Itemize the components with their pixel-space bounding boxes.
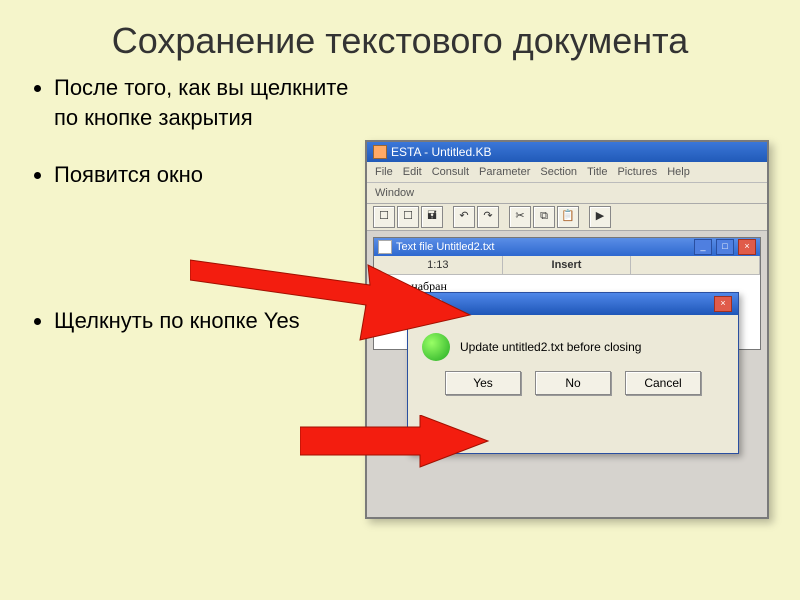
run-icon[interactable]: ▶ bbox=[589, 206, 611, 228]
menu-file[interactable]: File bbox=[375, 166, 393, 178]
open-icon[interactable]: ☐ bbox=[397, 206, 419, 228]
cut-icon[interactable]: ✂ bbox=[509, 206, 531, 228]
menu-pictures[interactable]: Pictures bbox=[617, 166, 657, 178]
save-icon[interactable]: 🖬 bbox=[421, 206, 443, 228]
text-window-titlebar: Text file Untitled2.txt _ □ × bbox=[374, 238, 760, 256]
menu-section[interactable]: Section bbox=[540, 166, 577, 178]
question-icon bbox=[422, 333, 450, 361]
undo-icon[interactable]: ↶ bbox=[453, 206, 475, 228]
bullet-list: После того, как вы щелкните по кнопке за… bbox=[30, 73, 355, 364]
dialog-close-icon[interactable]: × bbox=[714, 296, 732, 312]
app-icon bbox=[373, 145, 387, 159]
menu-parameter[interactable]: Parameter bbox=[479, 166, 530, 178]
menu-title[interactable]: Title bbox=[587, 166, 607, 178]
dialog-titlebar: ESTA × bbox=[408, 293, 738, 315]
cancel-button[interactable]: Cancel bbox=[625, 371, 701, 395]
menu-edit[interactable]: Edit bbox=[403, 166, 422, 178]
cursor-pos: 1:13 bbox=[374, 256, 503, 274]
redo-icon[interactable]: ↷ bbox=[477, 206, 499, 228]
menu-window[interactable]: Window bbox=[375, 187, 414, 199]
close-icon[interactable]: × bbox=[738, 239, 756, 255]
bullet-2: Появится окно bbox=[54, 160, 355, 190]
maximize-icon[interactable]: □ bbox=[716, 239, 734, 255]
new-icon[interactable]: ☐ bbox=[373, 206, 395, 228]
confirm-dialog: ESTA × Update untitled2.txt before closi… bbox=[407, 292, 739, 454]
slide-title: Сохранение текстового документа bbox=[0, 0, 800, 73]
no-button[interactable]: No bbox=[535, 371, 611, 395]
doc-icon bbox=[378, 240, 392, 254]
app-titlebar: ESTA - Untitled.KB bbox=[367, 142, 767, 162]
minimize-icon[interactable]: _ bbox=[694, 239, 712, 255]
menu-help[interactable]: Help bbox=[667, 166, 690, 178]
yes-button[interactable]: Yes bbox=[445, 371, 521, 395]
insert-mode: Insert bbox=[503, 256, 632, 274]
bullet-3: Щелкнуть по кнопке Yes bbox=[54, 306, 355, 336]
dialog-title: ESTA bbox=[414, 297, 444, 311]
bullet-1: После того, как вы щелкните по кнопке за… bbox=[54, 73, 355, 132]
menubar: File Edit Consult Parameter Section Titl… bbox=[367, 162, 767, 183]
text-window-status: 1:13 Insert bbox=[374, 256, 760, 275]
dialog-message: Update untitled2.txt before closing bbox=[460, 340, 641, 354]
menubar-row2: Window bbox=[367, 183, 767, 204]
toolbar: ☐ ☐ 🖬 ↶ ↷ ✂ ⧉ 📋 ▶ bbox=[367, 204, 767, 231]
copy-icon[interactable]: ⧉ bbox=[533, 206, 555, 228]
text-window-title: Text file Untitled2.txt bbox=[396, 241, 494, 253]
menu-consult[interactable]: Consult bbox=[432, 166, 469, 178]
screenshot-panel: ESTA - Untitled.KB File Edit Consult Par… bbox=[365, 140, 769, 519]
app-title: ESTA - Untitled.KB bbox=[391, 142, 491, 162]
paste-icon[interactable]: 📋 bbox=[557, 206, 579, 228]
